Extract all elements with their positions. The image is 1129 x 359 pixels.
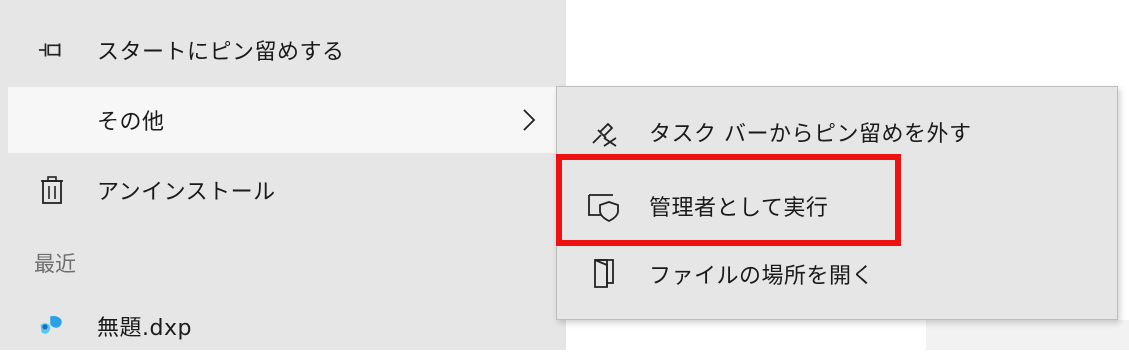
submenu-item-label: ファイルの場所を開く bbox=[649, 264, 875, 289]
background-strip bbox=[566, 320, 1129, 350]
menu-item-label: アンインストール bbox=[97, 180, 276, 205]
menu-item-pin-to-start[interactable]: スタートにピン留めする bbox=[8, 17, 566, 83]
app-file-icon bbox=[38, 312, 66, 340]
chevron-right-icon bbox=[520, 106, 538, 134]
folder-open-icon bbox=[587, 257, 621, 291]
pin-icon bbox=[38, 36, 66, 64]
submenu-item-unpin-taskbar[interactable]: タスク バーからピン留めを外す bbox=[557, 99, 1117, 165]
unpin-icon bbox=[587, 115, 621, 149]
submenu-item-label: 管理者として実行 bbox=[649, 196, 829, 221]
submenu: タスク バーからピン留めを外す 管理者として実行 ファイルの場所を開く bbox=[556, 86, 1118, 320]
submenu-item-open-file-location[interactable]: ファイルの場所を開く bbox=[557, 241, 1117, 307]
menu-item-more[interactable]: その他 bbox=[8, 87, 566, 153]
recent-section-header: 最近 bbox=[34, 252, 76, 276]
trash-icon bbox=[38, 176, 66, 204]
recent-item[interactable]: 無題.dxp bbox=[8, 293, 566, 359]
context-menu: スタートにピン留めする その他 アンインストール 最近 無題.dxp bbox=[0, 0, 566, 350]
submenu-item-run-as-admin[interactable]: 管理者として実行 bbox=[557, 173, 1117, 239]
menu-item-uninstall[interactable]: アンインストール bbox=[8, 157, 566, 223]
submenu-item-label: タスク バーからピン留めを外す bbox=[649, 122, 972, 147]
menu-item-label: スタートにピン留めする bbox=[97, 40, 345, 65]
recent-item-label: 無題.dxp bbox=[97, 316, 192, 341]
menu-item-label: その他 bbox=[97, 110, 165, 135]
admin-shield-icon bbox=[587, 189, 621, 223]
